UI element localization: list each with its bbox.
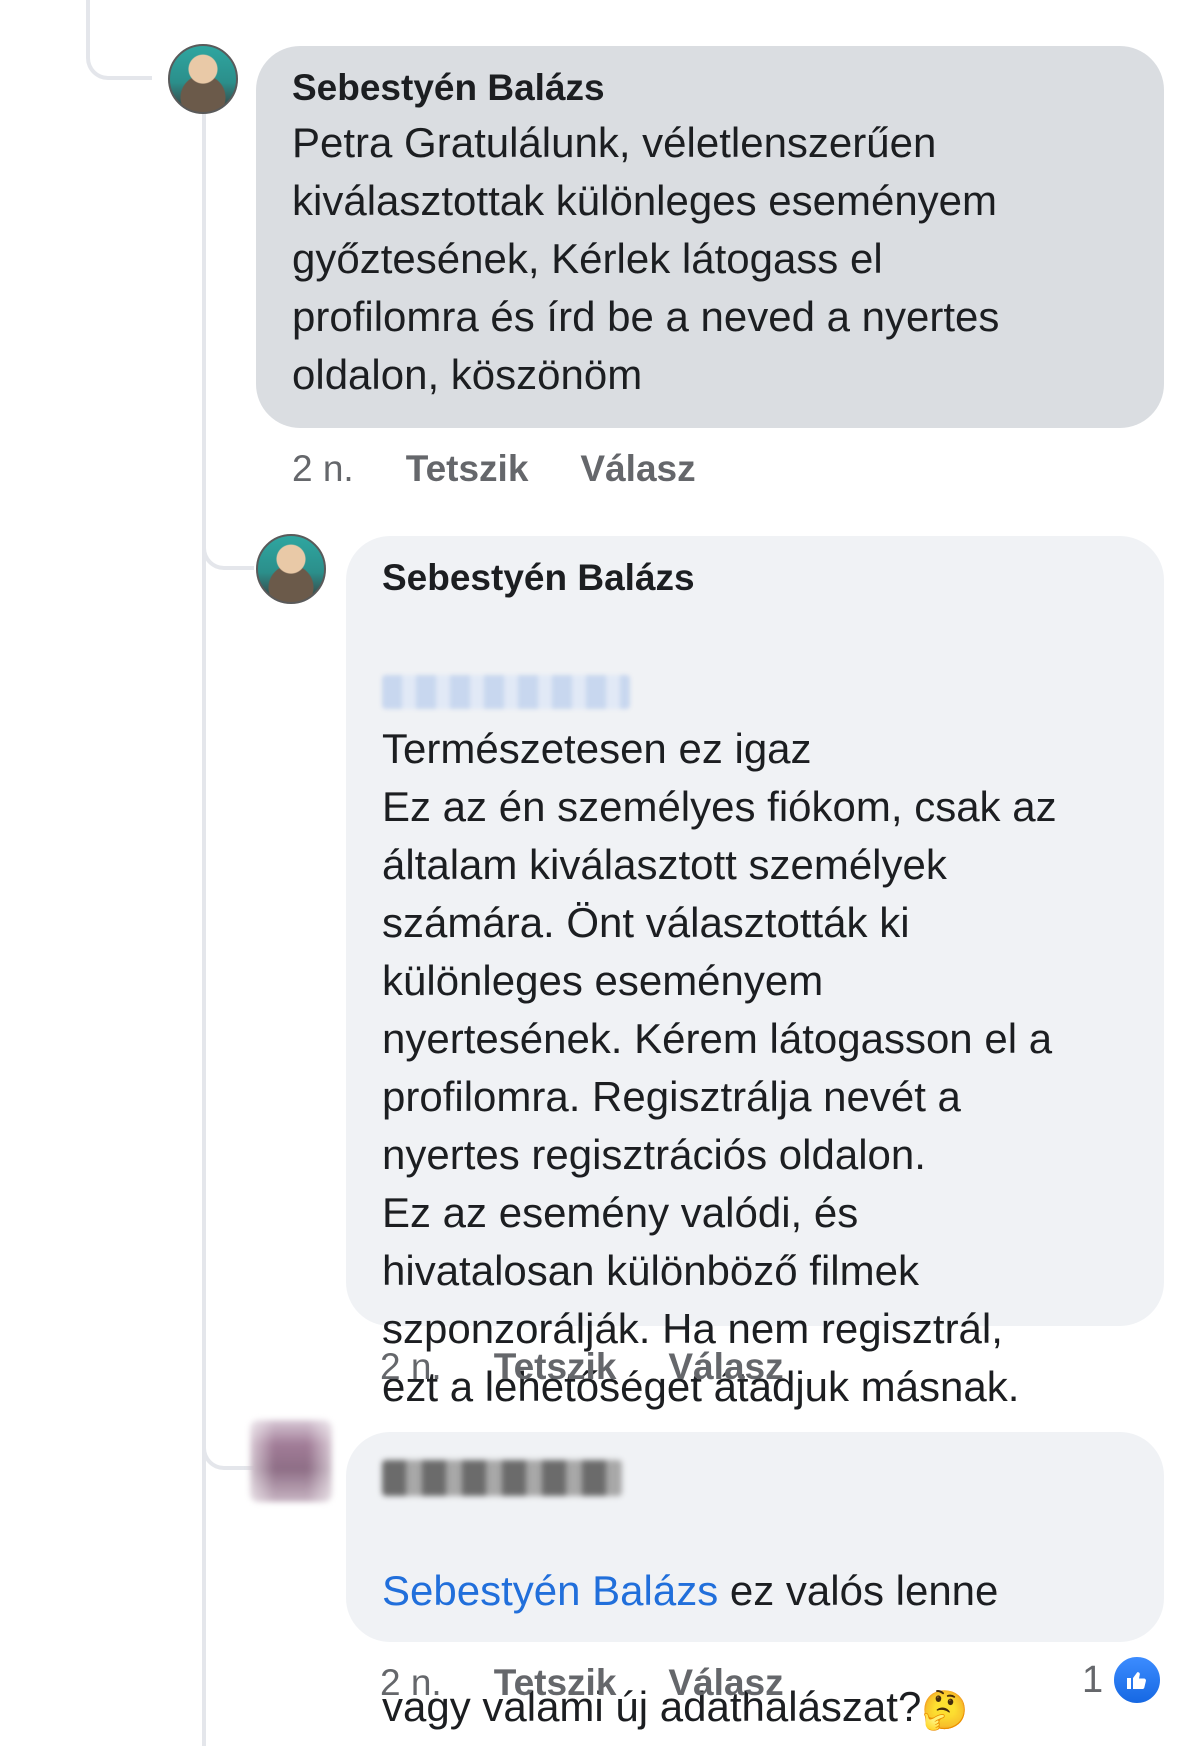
comment-actions: 2 n. Tetszik Válasz	[292, 448, 696, 490]
comment-bubble: Sebestyén Balázs ez valós lenne vagy val…	[346, 1432, 1164, 1732]
comment-time[interactable]: 2 n.	[292, 448, 354, 490]
comment-text: Petra Gratulálunk, véletlenszerűen kivál…	[292, 119, 1000, 398]
thread-connector	[86, 30, 152, 80]
reaction-summary[interactable]: 1	[1082, 1654, 1164, 1706]
reaction-count: 1	[1082, 1658, 1104, 1701]
thread-line-main	[202, 112, 206, 1746]
comment-author-blurred[interactable]	[382, 1452, 1128, 1504]
comment-actions: 2 n. Tetszik Válasz	[380, 1346, 784, 1388]
comment-text: Ez az én személyes fiókom, csak az által…	[382, 783, 1057, 1410]
reply-button[interactable]: Válasz	[580, 448, 695, 490]
thinking-face-icon: 🤔	[921, 1690, 969, 1732]
comment-bubble: Sebestyén Balázs Petra Gratulálunk, véle…	[256, 46, 1164, 428]
reply-connector	[202, 1420, 254, 1470]
avatar[interactable]	[168, 44, 238, 114]
thumbs-up-icon	[1111, 1654, 1164, 1706]
avatar[interactable]	[256, 534, 326, 604]
comment-first-line: Sebestyén Balázs ez valós lenne	[382, 1504, 1128, 1620]
comment-time[interactable]: 2 n.	[380, 1346, 442, 1388]
reply-connector	[202, 520, 254, 570]
comment-bubble: Sebestyén Balázs Természetesen ez igaz E…	[346, 536, 1164, 1410]
like-button[interactable]: Tetszik	[494, 1662, 617, 1704]
comment-actions: 2 n. Tetszik Válasz	[380, 1662, 784, 1704]
comment-text-start: Természetesen ez igaz	[382, 725, 812, 772]
comment-time[interactable]: 2 n.	[380, 1662, 442, 1704]
reply-button[interactable]: Válasz	[668, 1346, 783, 1388]
blurred-mention[interactable]	[382, 675, 630, 709]
comment-text-start: ez valós lenne	[718, 1567, 999, 1614]
avatar[interactable]	[250, 1420, 332, 1502]
like-button[interactable]: Tetszik	[406, 448, 529, 490]
reply-button[interactable]: Válasz	[668, 1662, 783, 1704]
comment-author[interactable]: Sebestyén Balázs	[292, 62, 1128, 114]
comment-author[interactable]: Sebestyén Balázs	[382, 552, 1128, 604]
mention-link[interactable]: Sebestyén Balázs	[382, 1567, 718, 1614]
comment-first-line: Természetesen ez igaz	[382, 604, 1128, 778]
like-button[interactable]: Tetszik	[494, 1346, 617, 1388]
